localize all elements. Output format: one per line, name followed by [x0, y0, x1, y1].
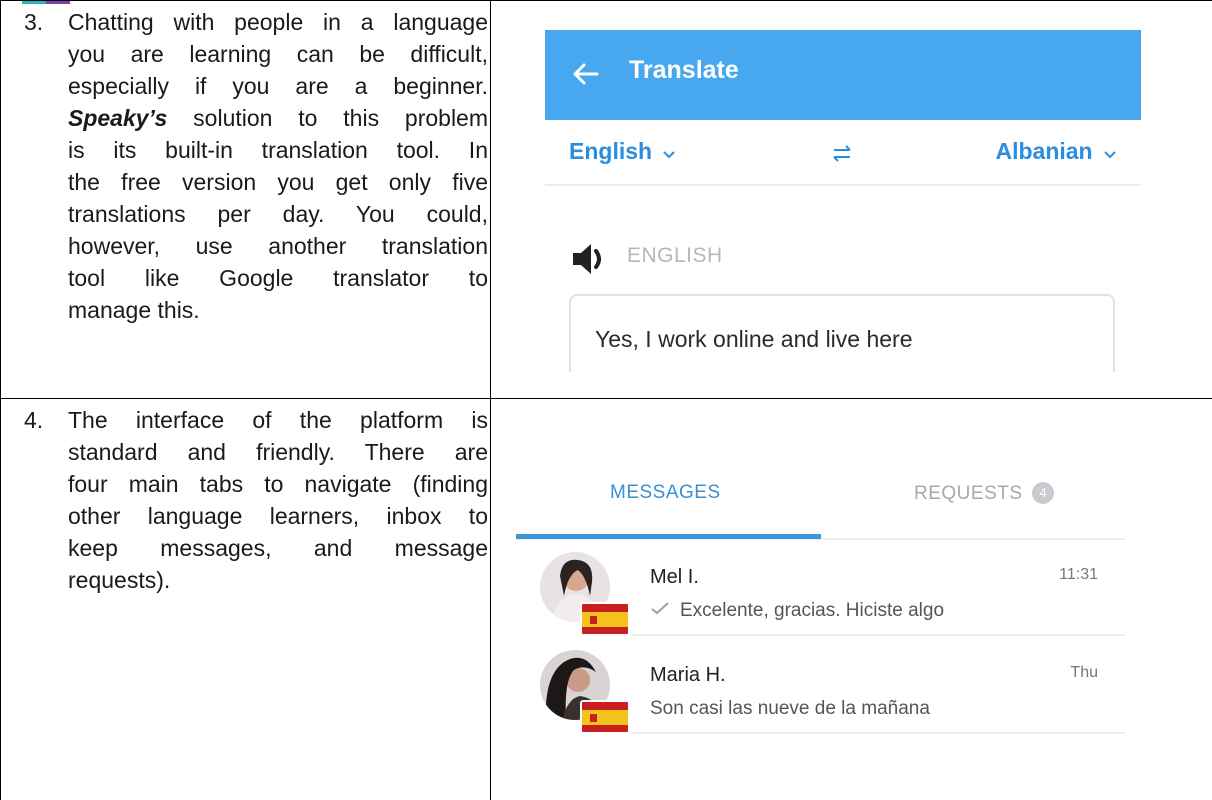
screen-title: Translate: [629, 56, 739, 84]
text-line: translations per day. You could,: [68, 201, 488, 227]
requests-count-badge: 4: [1032, 482, 1055, 504]
spain-flag-icon: [580, 700, 630, 734]
row-divider: [632, 732, 1126, 734]
source-language-dropdown[interactable]: English: [569, 138, 676, 165]
tab-requests[interactable]: REQUESTS 4: [914, 482, 1055, 505]
source-language-label: English: [569, 138, 653, 164]
row-number: 4.: [24, 407, 44, 433]
tab-bar: MESSAGES REQUESTS 4: [516, 452, 1126, 540]
column-divider: [490, 0, 491, 800]
table-border-top: [0, 0, 1212, 1]
text-line: the free version you get only five: [68, 169, 488, 195]
conversation-row[interactable]: Maria H. Thu Son casi las nueve de la ma…: [516, 650, 1126, 734]
translation-input[interactable]: Yes, I work online and live here: [569, 294, 1115, 372]
text-line: manage this.: [68, 297, 200, 323]
swap-languages-icon[interactable]: [828, 142, 856, 164]
target-language-dropdown[interactable]: Albanian: [995, 138, 1117, 165]
tab-messages[interactable]: MESSAGES: [610, 482, 721, 504]
message-time: Thu: [1070, 664, 1098, 681]
row-divider: [632, 634, 1126, 636]
text-line: four main tabs to navigate (finding: [68, 471, 488, 497]
messages-screen: MESSAGES REQUESTS 4 Mel I. 11:31 Excelen…: [516, 452, 1126, 782]
speaker-icon[interactable]: [569, 238, 611, 280]
conversation-row[interactable]: Mel I. 11:31 Excelente, gracias. Hiciste…: [516, 552, 1126, 636]
text-fragment: solution to this problem: [193, 105, 489, 131]
target-language-label: Albanian: [995, 138, 1093, 164]
text-line: Chatting with people in a language: [68, 9, 488, 35]
text-line: requests).: [68, 567, 171, 593]
source-language-caption: ENGLISH: [627, 244, 723, 267]
text-line: The interface of the platform is: [68, 407, 488, 433]
message-preview-text: Excelente, gracias. Hiciste algo: [680, 600, 945, 621]
translate-screen: Translate English Albanian ENGLISH Yes, …: [545, 30, 1141, 372]
active-tab-indicator: [516, 534, 821, 539]
text-line: is its built-in translation tool. In: [68, 137, 488, 163]
row-3-text: 3. Chatting with people in a language yo…: [24, 6, 488, 326]
contact-name: Mel I.: [650, 566, 699, 588]
message-preview: Excelente, gracias. Hiciste algo: [650, 600, 944, 622]
brand-name: Speaky’s: [68, 105, 168, 131]
tab-requests-label: REQUESTS: [914, 483, 1023, 504]
check-icon: [651, 602, 669, 615]
text-line: other language learners, inbox to: [68, 503, 488, 529]
row-divider: [0, 398, 1212, 399]
input-text: Yes, I work online and live here: [595, 326, 913, 352]
text-line: especially if you are a beginner.: [68, 73, 488, 99]
chevron-down-icon: [1104, 151, 1116, 159]
chevron-down-icon: [663, 151, 676, 159]
language-selector-row: English Albanian: [545, 120, 1141, 186]
app-bar: Translate: [545, 30, 1141, 120]
back-arrow-icon[interactable]: [571, 54, 601, 94]
text-line: however, use another translation: [68, 233, 488, 259]
row-number: 3.: [24, 9, 44, 35]
spain-flag-icon: [580, 602, 630, 636]
text-line: keep messages, and message: [68, 535, 488, 561]
text-line-with-brand: Speaky’s solution to this problem: [68, 102, 488, 134]
text-line: tool like Google translator to: [68, 265, 488, 291]
contact-name: Maria H.: [650, 664, 726, 686]
text-line: standard and friendly. There are: [68, 439, 488, 465]
text-line: you are learning can be difficult,: [68, 41, 488, 67]
row-4-text: 4. The interface of the platform is stan…: [24, 404, 488, 596]
message-time: 11:31: [1059, 566, 1098, 583]
message-preview: Son casi las nueve de la mañana: [650, 698, 930, 719]
table-border-left: [0, 0, 1, 800]
